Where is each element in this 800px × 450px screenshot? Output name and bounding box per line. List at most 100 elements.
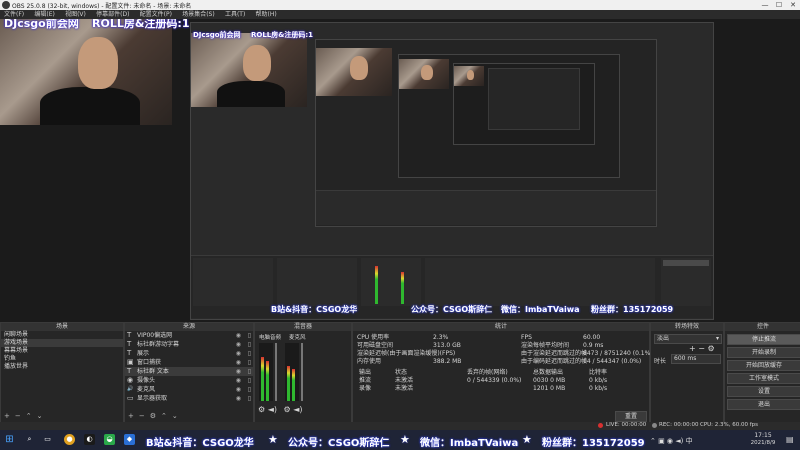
down-icon[interactable]: ⌄ [37, 412, 43, 420]
search-icon[interactable]: ⌕ [24, 434, 35, 445]
source-item[interactable]: ▭ 显示器获取 ◉ ▯ [125, 394, 253, 403]
studio-mode-button[interactable]: 工作室模式 [727, 373, 800, 384]
controls-dock-title: 控件 [725, 323, 800, 331]
lock-icon[interactable]: ▯ [248, 340, 251, 349]
eye-icon[interactable]: ◉ [236, 358, 241, 367]
rec-dot-icon [652, 423, 657, 428]
up-icon[interactable]: ⌃ [26, 412, 32, 420]
scene-item[interactable]: 播放世界 [1, 363, 123, 371]
scene-item[interactable]: 游戏场景 [1, 339, 123, 347]
menu-edit[interactable]: 编辑(E) [34, 10, 54, 19]
lock-icon[interactable]: ▯ [248, 358, 251, 367]
stats-left-column: CPU 使用率 2.3% 可用磁盘空间 313.0 GB 渲染延迟帧(由于画面渲染缓… [357, 334, 507, 366]
eye-icon[interactable]: ◉ [236, 367, 241, 376]
sources-dock: 来源 T VIP00偏选网 ◉ ▯ T 标社群游动字幕 ◉ ▯ T 展示 ◉ ▯ ▣ 窗口捕获 ◉ ▯ … [124, 322, 254, 424]
volume-slider[interactable] [275, 343, 277, 401]
add-icon[interactable]: + [4, 412, 10, 420]
source-item[interactable]: 🔊 麦克风 ◉ ▯ [125, 385, 253, 394]
eye-icon[interactable]: ◉ [236, 349, 241, 358]
source-item[interactable]: ▣ 窗口捕获 ◉ ▯ [125, 358, 253, 367]
cpu-fps: CPU: 2.3%, 60.00 fps [700, 422, 759, 428]
text-source-icon: T [127, 340, 132, 348]
lock-icon[interactable]: ▯ [248, 349, 251, 358]
chrome-icon[interactable]: ● [64, 434, 75, 445]
mixer-dock: 混音器 电脑音频 麦克风 ⚙ ◄) ⚙ ◄) [254, 322, 352, 424]
stop-streaming-button[interactable]: 停止推流 [727, 334, 800, 345]
wechat-icon[interactable]: ◒ [104, 434, 115, 445]
sources-toolbar: + − ⚙ ⌃ ⌄ [128, 412, 183, 420]
gear-icon[interactable]: ⚙ [708, 344, 715, 353]
up-icon[interactable]: ⌃ [161, 412, 167, 420]
menu-docks[interactable]: 停靠部件(D) [96, 10, 129, 19]
scene-item[interactable]: 钓鱼 [1, 355, 123, 363]
source-item[interactable]: T 标社群游动字幕 ◉ ▯ [125, 340, 253, 349]
monitor-icon: ▭ [127, 394, 134, 402]
lock-icon[interactable]: ▯ [248, 376, 251, 385]
gear-icon[interactable]: ⚙ [150, 412, 156, 420]
speaker-icon[interactable]: ◄) [268, 405, 277, 414]
volume-slider[interactable] [301, 343, 303, 401]
eye-icon[interactable]: ◉ [236, 385, 241, 394]
mixer-level-bar [261, 357, 264, 401]
menu-view[interactable]: 视图(V) [65, 10, 86, 19]
preview-canvas[interactable]: DJcsgo前会网 ROLL房&注册码:1 DJcsgo前会网 ROLL房&注册… [0, 19, 800, 322]
menu-file[interactable]: 文件(F) [4, 10, 24, 19]
start-replay-buffer-button[interactable]: 开始回放缓存 [727, 360, 800, 371]
eye-icon[interactable]: ◉ [236, 340, 241, 349]
down-icon[interactable]: ⌄ [172, 412, 178, 420]
settings-button[interactable]: 设置 [727, 386, 800, 397]
reset-button[interactable]: 重置 [615, 411, 647, 422]
lock-icon[interactable]: ▯ [248, 367, 251, 376]
start-recording-button[interactable]: 开始录制 [727, 347, 800, 358]
webcam-feed [0, 19, 172, 125]
ticker-bilibili: B站&抖音：CSGO龙华 [146, 438, 254, 449]
menu-profile[interactable]: 配置文件(P) [140, 10, 172, 19]
remove-icon[interactable]: − [698, 344, 705, 353]
source-item[interactable]: T 展示 ◉ ▯ [125, 349, 253, 358]
source-item[interactable]: T VIP00偏选网 ◉ ▯ [125, 331, 253, 340]
remove-icon[interactable]: − [139, 412, 145, 420]
eye-icon[interactable]: ◉ [236, 331, 241, 340]
menu-help[interactable]: 帮助(H) [256, 10, 277, 19]
lock-icon[interactable]: ▯ [248, 385, 251, 394]
nested-overlay-left: DJcsgo前会网 [193, 31, 241, 39]
source-item[interactable]: T 标社群 文本 ◉ ▯ [125, 367, 253, 376]
table-row: 推流 未激活 0 / 544339 (0.0%) 0030 0 MB 0 kb/… [359, 377, 608, 384]
add-icon[interactable]: + [689, 344, 696, 353]
ticker-wechat: 微信：ImbaTVaiwa [420, 438, 519, 449]
output-table-header: 输出 状态 丢弃的帧(网络) 总数据输出 比特率 [359, 369, 608, 376]
scene-item[interactable]: 闲聊场景 [1, 331, 123, 339]
lock-icon[interactable]: ▯ [248, 331, 251, 340]
tray-icons[interactable]: ⌃ ▣ ◉ ◄) 中 [650, 436, 693, 446]
remove-icon[interactable]: − [15, 412, 21, 420]
menu-tools[interactable]: 工具(T) [225, 10, 245, 19]
gear-icon[interactable]: ⚙ [258, 405, 265, 414]
sources-dock-title: 来源 [125, 323, 253, 331]
scenes-dock-title: 场景 [1, 323, 123, 331]
eye-icon[interactable]: ◉ [236, 376, 241, 385]
speaker-icon[interactable]: ◄) [293, 405, 302, 414]
transition-select[interactable]: 淡出 ▾ [654, 334, 722, 344]
lock-icon[interactable]: ▯ [248, 394, 251, 403]
duration-input[interactable]: 600 ms [671, 354, 721, 364]
add-icon[interactable]: + [128, 412, 134, 420]
close-icon[interactable]: ✕ [786, 0, 800, 10]
menu-scene-collection[interactable]: 场景集合(S) [182, 10, 215, 19]
duration-label: 时长 [654, 358, 667, 365]
nested-ticker: B站&抖音：CSGO龙华 [271, 305, 358, 314]
app-icon[interactable]: ◆ [124, 434, 135, 445]
exit-button[interactable]: 退出 [727, 399, 800, 410]
nested-docks: B站&抖音：CSGO龙华 公众号：CSGO斯辞仁 微信：ImbaTVaiwa 粉… [191, 255, 713, 318]
maximize-icon[interactable]: ☐ [772, 0, 786, 10]
windows-start-icon[interactable]: ⊞ [4, 434, 15, 445]
minimize-icon[interactable]: — [758, 0, 772, 10]
qq-icon[interactable]: ◐ [84, 434, 95, 445]
gear-icon[interactable]: ⚙ [284, 405, 291, 414]
scene-item[interactable]: 幕幕场景 [1, 347, 123, 355]
notification-icon[interactable]: ▤ [786, 435, 794, 444]
stat-row: 由于渲染延迟而跳过的帧 8473 / 8751240 (0.1%) [521, 350, 653, 357]
source-item[interactable]: ◉ 摄像头 ◉ ▯ [125, 376, 253, 385]
eye-icon[interactable]: ◉ [236, 394, 241, 403]
menu-bar: 文件(F) 编辑(E) 视图(V) 停靠部件(D) 配置文件(P) 场景集合(S… [0, 10, 800, 19]
task-view-icon[interactable]: ▭ [42, 434, 53, 445]
